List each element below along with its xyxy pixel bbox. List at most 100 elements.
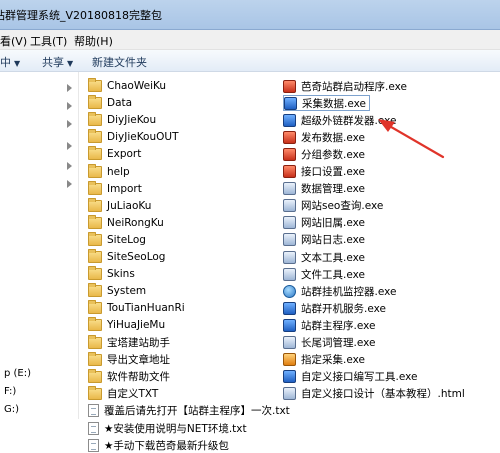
application-icon xyxy=(283,318,296,332)
folder-item[interactable]: 软件帮助文件 xyxy=(88,368,170,385)
folder-item[interactable]: help xyxy=(88,163,130,180)
expand-arrow-icon[interactable] xyxy=(67,180,72,188)
folder-icon xyxy=(88,163,102,178)
folder-icon xyxy=(88,214,102,229)
application-icon xyxy=(283,267,296,281)
folder-icon xyxy=(88,249,102,263)
folder-item[interactable]: 导出文章地址 xyxy=(88,351,170,368)
application-icon xyxy=(283,182,296,196)
folder-icon xyxy=(88,129,102,144)
menu-tools[interactable]: 工具(T) xyxy=(30,33,67,49)
exe-file-item[interactable]: 网站旧属.exe xyxy=(283,215,365,231)
folder-item[interactable]: JuLiaoKu xyxy=(88,197,151,214)
file-name: DiyJieKouOUT xyxy=(107,131,179,144)
folder-icon xyxy=(88,368,102,383)
exe-file-item[interactable]: 文本工具.exe xyxy=(283,249,365,265)
text-file-icon xyxy=(88,421,99,435)
organize-button[interactable]: 中 ▼ xyxy=(0,54,20,70)
file-item[interactable]: 覆盖后请先打开【站群主程序】一次.txt xyxy=(88,403,290,419)
application-icon xyxy=(283,147,296,161)
exe-file-item[interactable]: 站群开机服务.exe xyxy=(283,300,386,316)
file-name: TouTianHuanRi xyxy=(107,302,185,315)
file-name: 文件工具.exe xyxy=(301,268,365,281)
file-name: 站群主程序.exe xyxy=(301,319,376,332)
expand-arrow-icon[interactable] xyxy=(67,162,72,170)
exe-file-item[interactable]: 长尾词管理.exe xyxy=(283,335,375,351)
folder-item[interactable]: SiteSeoLog xyxy=(88,249,165,265)
file-name: 导出文章地址 xyxy=(107,354,170,367)
exe-file-item[interactable]: 采集数据.exe xyxy=(283,95,370,112)
folder-item[interactable]: NeiRongKu xyxy=(88,214,164,231)
exe-file-item[interactable]: 指定采集.exe xyxy=(283,352,365,368)
folder-icon xyxy=(88,266,102,281)
folder-item[interactable]: 宝塔建站助手 xyxy=(88,334,170,351)
exe-file-item[interactable]: 文件工具.exe xyxy=(283,266,365,282)
exe-file-item[interactable]: 网站日志.exe xyxy=(283,232,365,248)
folder-item[interactable]: ChaoWeiKu xyxy=(88,78,166,94)
exe-file-item[interactable]: 分组参数.exe xyxy=(283,146,365,162)
exe-file-item[interactable]: 接口设置.exe xyxy=(283,164,365,180)
nav-drive-g[interactable]: G:) xyxy=(4,404,19,415)
application-icon xyxy=(283,370,296,384)
file-name: SiteSeoLog xyxy=(107,251,166,263)
folder-item[interactable]: SiteLog xyxy=(88,231,146,248)
folder-item[interactable]: 自定义TXT xyxy=(88,385,159,402)
folder-item[interactable]: YiHuaJieMu xyxy=(88,317,165,333)
expand-arrow-icon[interactable] xyxy=(67,102,72,110)
exe-file-item[interactable]: 站群挂机监控器.exe xyxy=(283,283,396,299)
nav-drive-e[interactable]: p (E:) xyxy=(4,368,31,379)
folder-item[interactable]: Data xyxy=(88,95,132,111)
folder-item[interactable]: System xyxy=(88,283,146,299)
folder-icon xyxy=(88,385,102,400)
application-icon xyxy=(283,165,296,178)
exe-file-item[interactable]: 站群主程序.exe xyxy=(283,317,375,333)
expand-arrow-icon[interactable] xyxy=(67,142,72,150)
file-name: 站群挂机监控器.exe xyxy=(301,285,397,298)
folder-icon xyxy=(88,78,102,92)
folder-icon xyxy=(88,197,102,212)
application-icon xyxy=(283,130,296,144)
menu-bar: 看(V) 工具(T) 帮助(H) xyxy=(0,30,500,50)
expand-arrow-icon[interactable] xyxy=(67,84,72,92)
nav-drive-f[interactable]: F:) xyxy=(4,386,16,397)
folder-item[interactable]: Export xyxy=(88,146,141,162)
file-list[interactable]: ChaoWeiKu Data DiyJieKou DiyJieKouOUT Export… xyxy=(80,72,500,452)
file-name: 采集数据.exe xyxy=(302,97,366,110)
application-icon xyxy=(283,113,296,127)
file-name: 网站seo查询.exe xyxy=(301,200,384,213)
title-bar: 站群管理系统_V20180818完整包 xyxy=(0,0,500,30)
expand-arrow-icon[interactable] xyxy=(67,120,72,128)
menu-help[interactable]: 帮助(H) xyxy=(74,33,113,49)
new-folder-button[interactable]: 新建文件夹 xyxy=(92,54,147,70)
folder-item[interactable]: TouTianHuanRi xyxy=(88,300,185,316)
folder-item[interactable]: Skins xyxy=(88,266,135,282)
application-icon xyxy=(284,96,297,110)
file-name: Skins xyxy=(107,268,135,281)
folder-icon xyxy=(88,180,102,195)
share-button[interactable]: 共享 ▼ xyxy=(42,54,73,70)
folder-item[interactable]: Import xyxy=(88,180,142,197)
file-item[interactable]: ★手动下载芭奇最新升级包 xyxy=(88,437,229,453)
file-name: Export xyxy=(107,148,142,161)
exe-file-item[interactable]: 自定义接口设计（基本教程）.html xyxy=(283,386,465,402)
application-icon xyxy=(283,353,296,367)
application-icon xyxy=(283,387,296,401)
folder-icon xyxy=(88,317,102,332)
navigation-pane[interactable]: p (E:) F:) G:) xyxy=(0,72,79,419)
exe-file-item[interactable]: 芭奇站群启动程序.exe xyxy=(283,78,407,94)
exe-file-item[interactable]: 自定义接口编写工具.exe xyxy=(283,369,417,385)
folder-item[interactable]: DiyJieKou xyxy=(88,112,156,128)
exe-file-item[interactable]: 超级外链群发器.exe xyxy=(283,112,396,128)
exe-file-item[interactable]: 网站seo查询.exe xyxy=(283,198,383,214)
folder-item[interactable]: DiyJieKouOUT xyxy=(88,129,179,145)
exe-file-item[interactable]: 数据管理.exe xyxy=(283,181,365,197)
file-name: 自定义TXT xyxy=(107,388,159,401)
chevron-down-icon: ▼ xyxy=(67,59,74,68)
application-icon xyxy=(283,79,296,93)
window-title: 站群管理系统_V20180818完整包 xyxy=(0,9,163,22)
file-item[interactable]: ★安装使用说明与NET环境.txt xyxy=(88,420,247,436)
file-name: 数据管理.exe xyxy=(301,183,365,196)
exe-file-item[interactable]: 发布数据.exe xyxy=(283,129,365,145)
text-file-icon xyxy=(88,438,99,452)
menu-view[interactable]: 看(V) xyxy=(0,33,27,49)
